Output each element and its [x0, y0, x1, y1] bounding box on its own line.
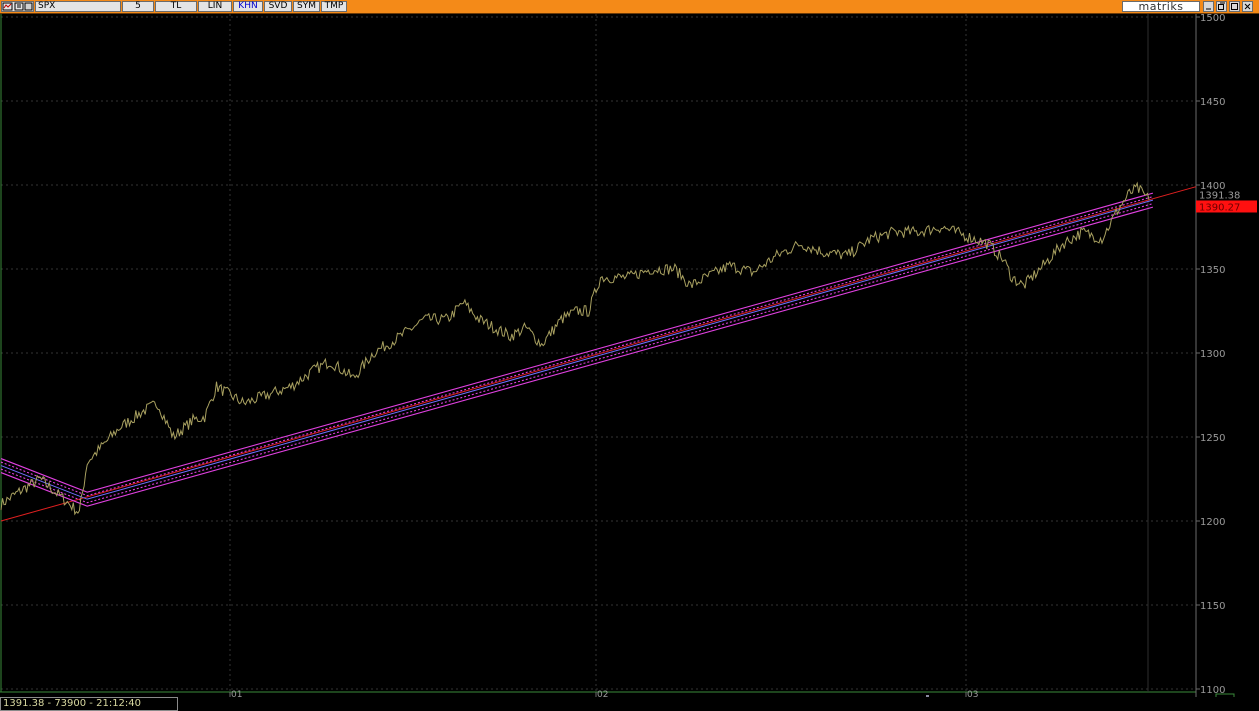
- chart-toolbar: SPX 5 TL LIN KHN SVD SYM TMP matriks: [0, 0, 1259, 14]
- y-tick-label: 1500: [1200, 14, 1225, 24]
- price-chart[interactable]: 150014501400135013001250120011501100 01 0…: [0, 14, 1259, 697]
- close-icon[interactable]: [1242, 1, 1253, 12]
- sym-button[interactable]: SYM: [293, 1, 320, 12]
- scroll-marker[interactable]: [926, 695, 929, 697]
- linear-scale-button[interactable]: LIN: [198, 1, 232, 12]
- y-tick-label: 1450: [1200, 97, 1225, 108]
- status-bar: 1391.38 - 73900 - 21:12:40: [0, 697, 178, 711]
- x-tick-label: 01: [231, 690, 242, 697]
- x-tick-label: 02: [597, 690, 608, 697]
- symbol-field[interactable]: SPX: [35, 1, 121, 12]
- y-tick-label: 1200: [1200, 517, 1225, 528]
- restore-icon[interactable]: [1216, 1, 1227, 12]
- x-tick-label: 03: [967, 690, 978, 697]
- y-tick-label: 1300: [1200, 349, 1225, 360]
- maximize-icon[interactable]: [1229, 1, 1240, 12]
- chart-menu-icon[interactable]: [1, 1, 34, 12]
- y-tick-label: 1250: [1200, 433, 1225, 444]
- y-tick-label: 1350: [1200, 265, 1225, 276]
- channel-price-label: 1390.27: [1199, 202, 1240, 213]
- scroll-button[interactable]: [1215, 693, 1235, 697]
- period-button[interactable]: 5: [122, 1, 154, 12]
- trendline-button[interactable]: TL: [155, 1, 197, 12]
- khn-button[interactable]: KHN: [233, 1, 263, 12]
- tmp-button[interactable]: TMP: [321, 1, 347, 12]
- y-tick-label: 1150: [1200, 601, 1225, 612]
- last-price-label: 1391.38: [1199, 190, 1240, 201]
- matriks-logo: matriks: [1122, 1, 1200, 12]
- minimize-icon[interactable]: [1203, 1, 1214, 12]
- svd-button[interactable]: SVD: [264, 1, 292, 12]
